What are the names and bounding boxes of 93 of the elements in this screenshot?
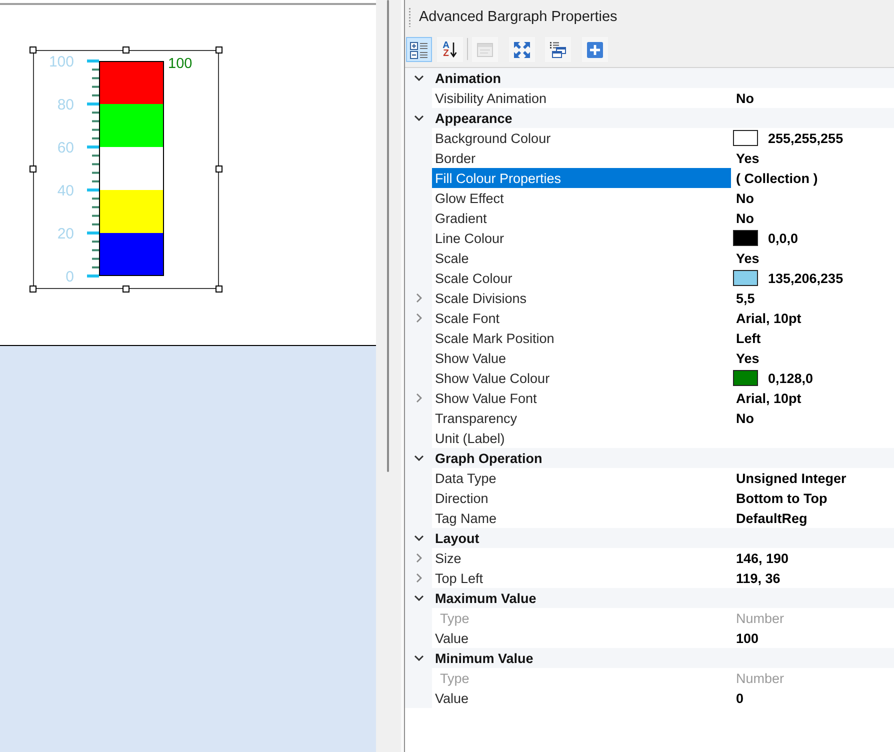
property-name[interactable]: Top Left <box>435 570 484 586</box>
toolbar-button[interactable]: A Z <box>437 37 463 62</box>
plus-square-icon <box>586 40 604 58</box>
property-value[interactable]: No <box>736 90 754 106</box>
property-name[interactable]: Show Value Font <box>435 390 537 406</box>
resize-handle[interactable] <box>30 46 36 54</box>
category-label: Animation <box>435 70 501 86</box>
property-value[interactable]: 135,206,235 <box>768 270 844 286</box>
property-value[interactable]: Bottom to Top <box>736 490 828 506</box>
property-value[interactable]: No <box>736 410 754 426</box>
property-value[interactable]: 5,5 <box>736 290 755 306</box>
property-name[interactable]: Value <box>435 690 469 706</box>
value-label: 100 <box>168 56 192 72</box>
property-name[interactable]: Tag Name <box>435 510 497 526</box>
property-value[interactable]: Arial, 10pt <box>736 310 802 326</box>
property-name[interactable]: Direction <box>435 490 488 506</box>
property-name[interactable]: Scale Mark Position <box>435 330 554 346</box>
property-value[interactable]: 0,0,0 <box>768 230 798 246</box>
property-value[interactable]: 0 <box>736 690 744 706</box>
category-label: Maximum Value <box>435 590 536 606</box>
property-value[interactable]: Unsigned Integer <box>736 470 846 486</box>
resize-handle[interactable] <box>30 286 36 292</box>
property-value[interactable]: ( Collection ) <box>736 170 818 186</box>
property-value[interactable]: Yes <box>736 250 760 266</box>
grip-icon[interactable] <box>408 7 411 27</box>
resize-handle[interactable] <box>30 166 36 172</box>
property-name[interactable]: Fill Colour Properties <box>435 170 562 186</box>
property-name[interactable]: Scale Divisions <box>435 290 527 306</box>
scale-label: 80 <box>57 96 74 114</box>
property-name[interactable]: Size <box>435 550 462 566</box>
list-windows-icon <box>549 40 567 58</box>
chevron-down-icon[interactable] <box>414 535 424 541</box>
window-icon <box>476 40 494 58</box>
property-value[interactable]: 255,255,255 <box>768 130 844 146</box>
chevron-right-icon[interactable] <box>416 573 422 583</box>
scale-label: 100 <box>48 54 74 70</box>
property-value[interactable]: Arial, 10pt <box>736 390 802 406</box>
chevron-right-icon[interactable] <box>416 313 422 323</box>
resize-handle[interactable] <box>216 286 222 292</box>
property-name[interactable]: Glow Effect <box>435 190 504 206</box>
scale-label: 0 <box>66 268 74 286</box>
property-name[interactable]: Line Colour <box>435 230 504 246</box>
property-value[interactable]: 119, 36 <box>736 570 780 586</box>
category-label: Minimum Value <box>435 650 534 666</box>
category-label: Graph Operation <box>435 450 542 466</box>
panel-title: Advanced Bargraph Properties <box>419 9 618 25</box>
chevron-down-icon[interactable] <box>414 75 424 81</box>
property-value[interactable]: No <box>736 190 754 206</box>
property-name[interactable]: Visibility Animation <box>435 90 547 106</box>
chevron-down-icon[interactable] <box>414 115 424 121</box>
chevron-down-icon[interactable] <box>414 595 424 601</box>
category-label: Appearance <box>435 110 512 126</box>
resize-handle[interactable] <box>122 46 130 54</box>
property-name[interactable]: Value <box>435 630 469 646</box>
property-value[interactable]: DefaultReg <box>736 510 808 526</box>
resize-handle[interactable] <box>216 166 222 172</box>
chevron-right-icon[interactable] <box>416 293 422 303</box>
property-value[interactable]: 0,128,0 <box>768 370 814 386</box>
property-name[interactable]: Unit (Label) <box>435 430 505 446</box>
chevron-right-icon[interactable] <box>416 393 422 403</box>
arrow-down-icon <box>450 42 458 58</box>
categorized-list-icon <box>410 40 428 58</box>
property-name[interactable]: Data Type <box>435 470 496 486</box>
property-value[interactable]: Left <box>736 330 761 346</box>
scale-label: 40 <box>57 182 74 200</box>
property-name[interactable]: Scale Colour <box>435 270 512 286</box>
property-name[interactable]: Background Colour <box>435 130 551 146</box>
property-name[interactable]: Scale Font <box>435 310 500 326</box>
property-name[interactable]: Border <box>435 150 476 166</box>
resize-handle[interactable] <box>122 286 130 292</box>
property-value[interactable]: 146, 190 <box>736 550 789 566</box>
property-name[interactable]: Gradient <box>435 210 487 226</box>
toolbar-button[interactable] <box>509 37 535 62</box>
chevron-down-icon[interactable] <box>414 455 424 461</box>
property-name[interactable]: Show Value Colour <box>435 370 550 386</box>
expand-arrows-icon <box>513 40 531 58</box>
property-value[interactable]: Yes <box>736 150 760 166</box>
chevron-down-icon[interactable] <box>414 655 424 661</box>
toolbar-button[interactable] <box>406 37 432 62</box>
property-name[interactable]: Transparency <box>435 410 518 426</box>
category-label: Layout <box>435 530 480 546</box>
property-name[interactable]: Show Value <box>435 350 506 366</box>
property-name[interactable]: Scale <box>435 250 469 266</box>
toolbar-button[interactable] <box>582 37 608 62</box>
scale-label: 60 <box>57 140 74 156</box>
toolbar-button[interactable] <box>545 37 571 62</box>
property-value[interactable]: No <box>736 210 754 226</box>
chevron-right-icon[interactable] <box>416 553 422 563</box>
scrollbar-thumb[interactable] <box>387 0 389 472</box>
resize-handle[interactable] <box>216 46 222 54</box>
scale-label: 20 <box>57 226 74 242</box>
property-value[interactable]: Yes <box>736 350 760 366</box>
property-value[interactable]: 100 <box>736 630 759 646</box>
